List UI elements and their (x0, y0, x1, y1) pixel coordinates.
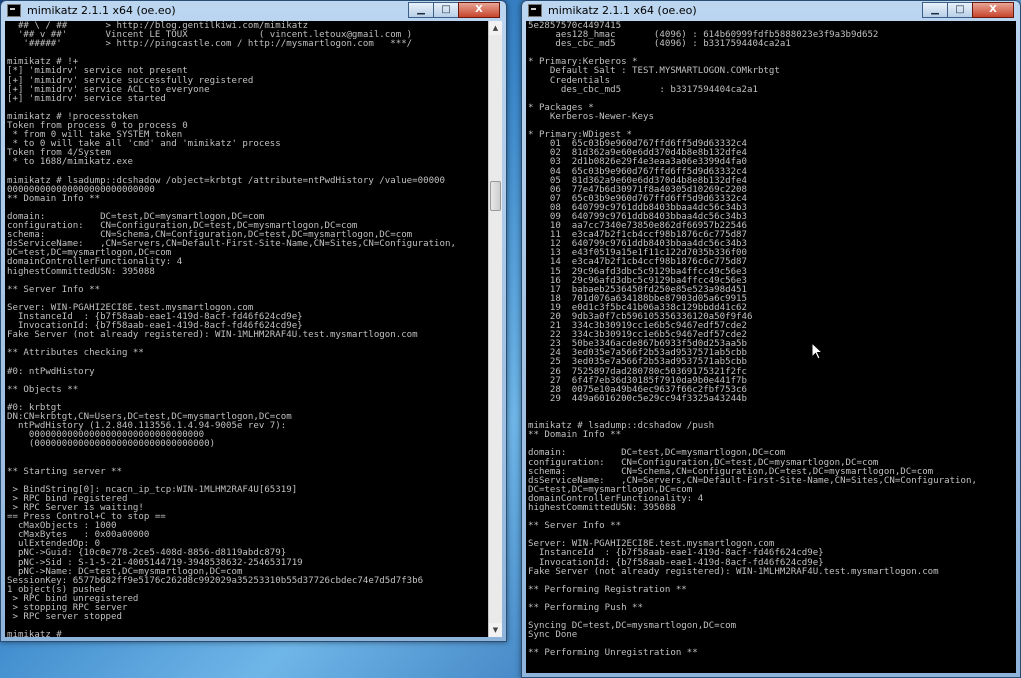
console-line: (00000000000000000000000000000000) (7, 439, 216, 450)
scroll-thumb[interactable] (490, 181, 501, 211)
console-line: [+] 'mimidrv' service started (7, 93, 166, 104)
left-window-title: mimikatz 2.1.1 x64 (oe.eo) (27, 4, 176, 17)
console-line: ** Performing Unregistration ** (528, 648, 698, 659)
console-line: > RPC server stopped (7, 612, 122, 623)
console-line: Sync Done (528, 630, 578, 641)
minimize-button[interactable]: ▁ (408, 2, 434, 18)
left-console-text: ## \ / ## > http://blog.gentilkiwi.com/m… (5, 21, 488, 637)
console-line: * to 1688/mimikatz.exe (7, 157, 133, 168)
left-window-controls: ▁ □ X (408, 2, 500, 18)
right-console-window[interactable]: mimikatz 2.1.1 x64 (oe.eo) ▁ □ X 5e28575… (521, 0, 1021, 678)
console-line: ** Objects ** (7, 384, 79, 395)
console-line: #0: ntPwdHistory (7, 366, 95, 377)
scroll-up-arrow-icon[interactable]: ▲ (489, 21, 502, 35)
left-title-bar[interactable]: mimikatz 2.1.1 x64 (oe.eo) ▁ □ X (1, 1, 506, 21)
console-line: ** Performing Registration ** (528, 584, 687, 595)
right-console-text: 5e2857570c4497415 aes128_hmac (4096) : 6… (526, 21, 1016, 673)
console-line: Kerberos-Newer-Keys (528, 111, 654, 122)
console-line: mimikatz # (7, 630, 62, 637)
right-console-output[interactable]: 5e2857570c4497415 aes128_hmac (4096) : 6… (526, 21, 1016, 673)
left-console-output[interactable]: ## \ / ## > http://blog.gentilkiwi.com/m… (5, 21, 488, 637)
console-line: ** Domain Info ** (528, 430, 622, 441)
console-line: Fake Server (not already registered): WI… (7, 330, 418, 341)
scroll-down-arrow-icon[interactable]: ▼ (489, 623, 502, 637)
console-line: ** Attributes checking ** (7, 348, 144, 359)
console-line: des_cbc_md5 : b3317594404ca2a1 (528, 84, 758, 95)
console-line: Fake Server (not already registered): WI… (528, 566, 939, 577)
console-line: ** Starting server ** (7, 466, 122, 477)
left-console-window[interactable]: mimikatz 2.1.1 x64 (oe.eo) ▁ □ X ## \ / … (0, 0, 507, 642)
console-line: Syncing DC=test,DC=mysmartlogon,DC=com (528, 621, 737, 632)
console-line: ** Performing Push ** (528, 603, 643, 613)
close-button[interactable]: X (972, 2, 1014, 18)
maximize-button[interactable]: □ (433, 2, 459, 18)
maximize-button[interactable]: □ (947, 2, 973, 18)
console-line: ** Domain Info ** (7, 193, 101, 204)
console-line: ** Server Info ** (528, 521, 622, 532)
console-line: highestCommittedUSN: 395088 (528, 502, 676, 513)
mouse-pointer-icon (811, 342, 823, 360)
console-line: ** Server Info ** (7, 284, 101, 295)
console-icon[interactable] (7, 4, 21, 17)
left-vertical-scrollbar[interactable]: ▲ ▼ (488, 21, 502, 637)
console-line: '#####' > http://pingcastle.com / http:/… (7, 39, 413, 50)
right-window-controls: ▁ □ X (922, 2, 1014, 18)
console-line: 29 449a6016200c5e29cc94f3325a43244b (528, 393, 747, 404)
right-window-title: mimikatz 2.1.1 x64 (oe.eo) (548, 4, 697, 17)
console-line: des_cbc_md5 (4096) : b3317594404ca2a1 (528, 39, 791, 50)
right-title-bar[interactable]: mimikatz 2.1.1 x64 (oe.eo) ▁ □ X (522, 1, 1020, 21)
console-icon[interactable] (528, 4, 542, 17)
minimize-button[interactable]: ▁ (922, 2, 948, 18)
console-line: highestCommittedUSN: 395088 (7, 266, 155, 277)
close-button[interactable]: X (458, 2, 500, 18)
